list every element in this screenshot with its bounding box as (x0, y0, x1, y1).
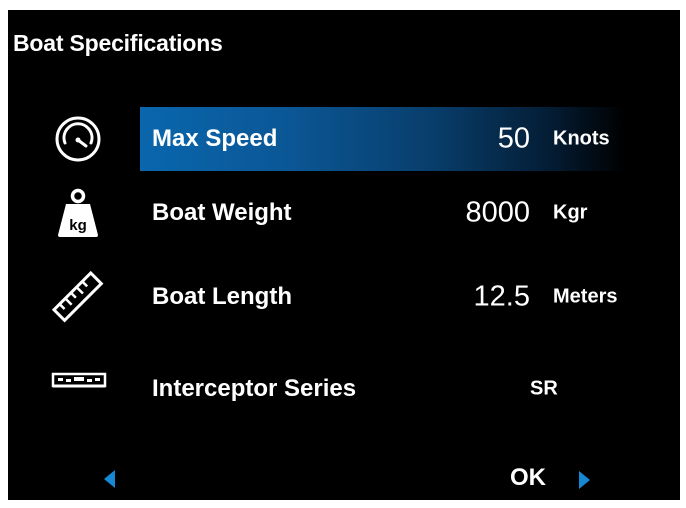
chevron-left-icon[interactable] (104, 470, 115, 488)
spec-label: Max Speed (152, 125, 278, 152)
spec-row-boat-length[interactable]: Boat Length 12.5 Meters (8, 265, 680, 329)
interceptor-label: Interceptor Series (152, 375, 357, 402)
spec-label: Boat Length (152, 283, 292, 310)
spec-value: 8000 (465, 196, 530, 229)
interceptor-value: SR (530, 377, 558, 400)
spec-unit: Kgr (553, 201, 588, 224)
spec-unit: Knots (553, 127, 610, 150)
spec-row-interceptor-series[interactable]: Interceptor Series SR (8, 357, 680, 421)
chevron-right-icon[interactable] (579, 471, 590, 489)
ok-button[interactable]: OK (510, 464, 546, 492)
spec-label: Boat Weight (152, 199, 292, 226)
ruler-icon (48, 267, 108, 327)
spec-row-max-speed[interactable]: Max Speed 50 Knots (8, 107, 680, 171)
spec-value: 12.5 (473, 280, 530, 313)
speedometer-icon (48, 109, 108, 169)
spec-value: 50 (497, 122, 530, 155)
spec-unit: Meters (553, 285, 618, 308)
weight-icon-text: kg (69, 217, 87, 234)
interceptor-icon (48, 359, 108, 419)
weight-kg-icon: kg (48, 183, 108, 243)
spec-row-boat-weight[interactable]: kg Boat Weight 8000 Kgr (8, 181, 680, 245)
boat-specifications-screen: Boat Specifications Max Speed 50 Knots k… (8, 10, 680, 500)
page-title: Boat Specifications (13, 30, 223, 56)
